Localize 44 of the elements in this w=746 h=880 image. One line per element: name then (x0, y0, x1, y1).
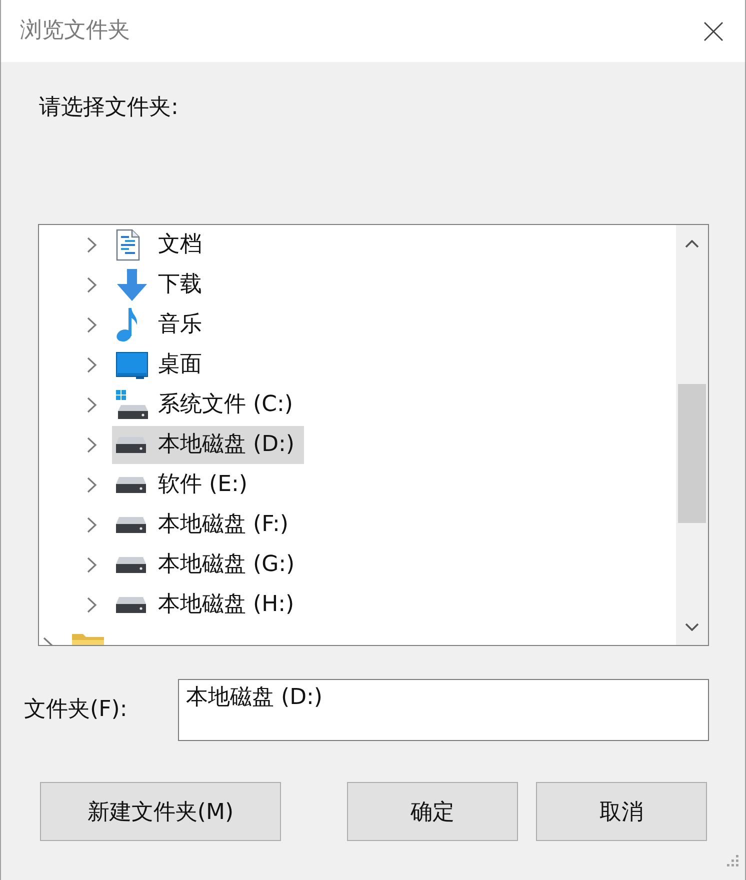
chevron-down-icon (685, 622, 699, 630)
close-icon (704, 22, 723, 40)
drive-icon (116, 437, 146, 453)
drive-icon (116, 557, 146, 573)
chevron-right-icon[interactable] (87, 477, 97, 493)
close-button[interactable] (704, 22, 723, 40)
scrollbar[interactable] (676, 225, 708, 645)
chevron-right-icon[interactable] (87, 357, 97, 373)
chevron-right-icon[interactable] (87, 237, 97, 253)
tree-item[interactable]: 本地磁盘 (D:) (112, 426, 304, 464)
tree-item[interactable]: 系统文件 (C:) (112, 386, 302, 424)
down-arrow-icon (116, 269, 148, 301)
chevron-right-icon[interactable] (87, 557, 97, 573)
tree-item[interactable]: 桌面 (112, 346, 211, 384)
monitor-icon (116, 352, 148, 378)
prompt-text: 请选择文件夹: (39, 94, 180, 122)
chevron-right-icon[interactable] (87, 517, 97, 533)
tree-item[interactable]: 音乐 (112, 306, 211, 344)
drive-icon (116, 597, 146, 613)
document-icon (116, 229, 140, 261)
dialog-button[interactable]: 取消 (536, 782, 707, 841)
chevron-right-icon[interactable] (87, 277, 97, 293)
chevron-right-icon[interactable] (87, 437, 97, 453)
dialog-button[interactable]: 新建文件夹(M) (40, 782, 281, 841)
chevron-right-icon[interactable] (87, 597, 97, 613)
drive-icon (116, 517, 146, 533)
resize-grip-icon (727, 855, 739, 867)
tree-item[interactable]: 本地磁盘 (G:) (112, 546, 304, 584)
tree-item[interactable]: 本地磁盘 (F:) (112, 506, 298, 544)
dialog-button[interactable]: 确定 (347, 782, 518, 841)
window-title: 浏览文件夹 (20, 18, 130, 44)
chevron-right-icon[interactable] (87, 397, 97, 413)
field-label: 文件夹(F): (24, 696, 128, 724)
tree-item[interactable]: 本地磁盘 (H:) (112, 586, 304, 624)
system-drive-icon (116, 390, 148, 420)
tree-item[interactable]: 文档 (112, 226, 211, 264)
chevron-up-icon (685, 240, 699, 248)
folder-name-field[interactable]: 本地磁盘 (D:) (178, 679, 709, 741)
chevron-right-icon[interactable] (87, 317, 97, 333)
tree-item[interactable]: 下载 (112, 266, 211, 304)
tree-item[interactable]: 软件 (E:) (112, 466, 256, 504)
drive-icon (116, 477, 146, 493)
scrollbar-thumb[interactable] (678, 384, 706, 523)
music-note-icon (116, 308, 138, 342)
